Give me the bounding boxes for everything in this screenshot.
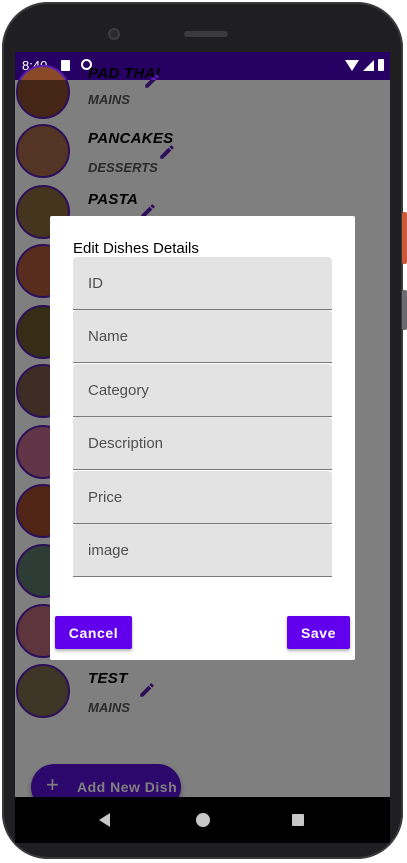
recents-icon[interactable] [292, 814, 304, 826]
app-screen: 8:40 PAD THAI MAINS PANCAKES DESSERTS PA… [15, 52, 390, 797]
earpiece-speaker [184, 31, 228, 37]
system-nav-bar [15, 797, 390, 843]
save-button[interactable]: Save [287, 616, 350, 649]
image-field[interactable]: image [73, 524, 332, 577]
description-placeholder: Description [88, 435, 164, 452]
category-field[interactable]: Category [73, 364, 332, 417]
cancel-button[interactable]: Cancel [55, 616, 132, 649]
id-field[interactable]: ID [73, 257, 332, 310]
price-placeholder: Price [88, 489, 123, 506]
name-field[interactable]: Name [73, 310, 332, 363]
price-field[interactable]: Price [73, 471, 332, 524]
power-button [402, 212, 407, 264]
name-placeholder: Name [88, 328, 129, 345]
id-placeholder: ID [88, 275, 103, 292]
volume-button [402, 290, 407, 330]
category-placeholder: Category [88, 382, 149, 399]
front-camera [108, 28, 120, 40]
dialog-title: Edit Dishes Details [73, 240, 199, 257]
description-field[interactable]: Description [73, 417, 332, 470]
edit-dish-dialog: Edit Dishes Details ID Name Category Des… [50, 216, 355, 660]
home-icon[interactable] [196, 813, 210, 827]
back-icon[interactable] [99, 813, 110, 827]
image-placeholder: image [88, 542, 129, 559]
